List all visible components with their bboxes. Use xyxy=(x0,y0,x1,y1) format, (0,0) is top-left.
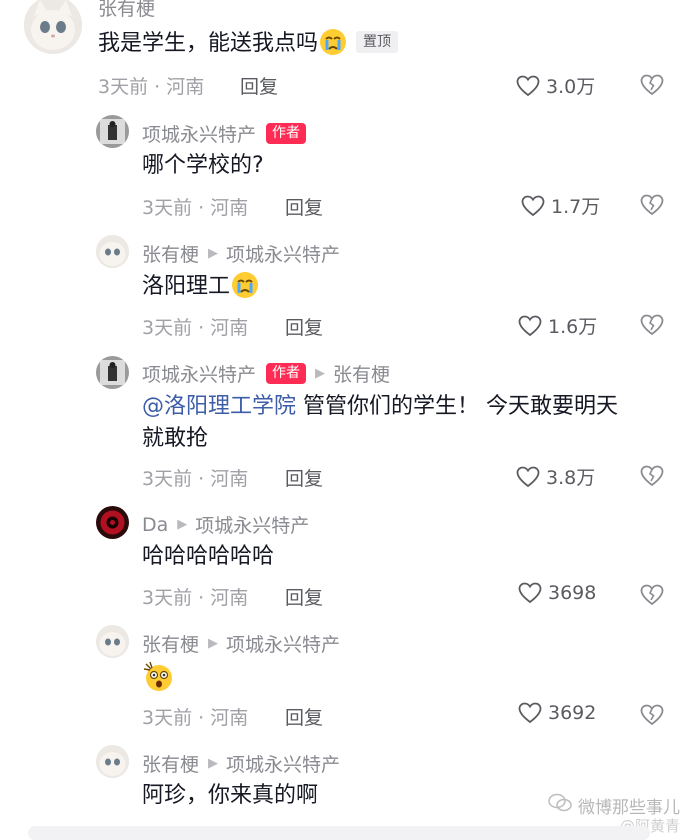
heart-outline-icon xyxy=(518,702,542,724)
comment-text: 洛阳理工 xyxy=(142,270,260,311)
username[interactable]: 张有梗 xyxy=(98,0,155,21)
like-count: 3692 xyxy=(548,702,597,724)
avatar[interactable] xyxy=(96,506,129,539)
dislike-button[interactable] xyxy=(640,194,664,220)
input-bar[interactable] xyxy=(28,826,650,840)
like-count: 3.0万 xyxy=(546,76,596,98)
broken-heart-icon xyxy=(640,465,664,487)
broken-heart-icon xyxy=(640,704,664,726)
reply-button[interactable]: 回复 xyxy=(285,313,323,340)
like-count: 1.6万 xyxy=(548,316,598,338)
right-triangle-icon: ▶ xyxy=(208,636,219,651)
comment-text: 我是学生，能送我点吗 置顶 xyxy=(98,27,399,68)
like-button[interactable]: 3.8万 xyxy=(516,463,595,490)
comment-meta: 3天前 · 河南 xyxy=(142,197,249,219)
comment-meta: 3天前 · 河南 xyxy=(142,468,249,490)
like-button[interactable]: 1.7万 xyxy=(521,192,600,219)
broken-heart-icon xyxy=(640,194,664,216)
dislike-button[interactable] xyxy=(640,74,664,100)
pinned-badge: 置顶 xyxy=(356,31,399,53)
like-count: 3698 xyxy=(548,582,597,604)
comment-text xyxy=(142,660,176,705)
crying-emoji-icon xyxy=(318,27,348,68)
like-button[interactable]: 3692 xyxy=(518,702,596,724)
username[interactable]: 张有梗 ▶ 项城永兴特产 xyxy=(142,750,340,777)
comment-meta: 3天前 · 河南 xyxy=(142,317,249,339)
reply-to-user[interactable]: 项城永兴特产 xyxy=(195,511,309,538)
like-button[interactable]: 1.6万 xyxy=(518,312,597,339)
avatar[interactable] xyxy=(96,356,129,389)
like-button[interactable]: 3698 xyxy=(518,582,596,604)
avatar[interactable] xyxy=(96,115,129,148)
comment-text: 阿珍，你来真的啊 xyxy=(142,783,319,808)
comment-meta: 3天前 · 河南 xyxy=(142,587,249,609)
right-triangle-icon: ▶ xyxy=(177,517,188,532)
reply-button[interactable]: 回复 xyxy=(285,464,323,491)
heart-outline-icon xyxy=(518,315,542,336)
username[interactable]: 项城永兴特产 作者 xyxy=(142,120,307,147)
right-triangle-icon: ▶ xyxy=(208,756,219,771)
reply-button[interactable]: 回复 xyxy=(240,72,278,99)
comment-meta: 3天前 · 河南 xyxy=(98,76,205,98)
reply-button[interactable]: 回复 xyxy=(285,193,323,220)
broken-heart-icon xyxy=(640,584,664,606)
username[interactable]: 张有梗 ▶ 项城永兴特产 xyxy=(142,240,340,267)
reply-to-user[interactable]: 项城永兴特产 xyxy=(226,240,340,267)
comment-text: @洛阳理工学院 管管你们的学生！ 今天敢要明天 xyxy=(142,394,619,419)
wechat-icon xyxy=(548,793,572,818)
reply-button[interactable]: 回复 xyxy=(285,583,323,610)
like-count: 1.7万 xyxy=(551,196,601,218)
reply-button[interactable]: 回复 xyxy=(285,703,323,730)
heart-outline-icon xyxy=(518,582,542,604)
reply-to-user[interactable]: 项城永兴特产 xyxy=(226,630,340,657)
comment-text: 哪个学校的? xyxy=(142,153,264,178)
mention-link[interactable]: @洛阳理工学院 xyxy=(142,394,296,419)
like-count: 3.8万 xyxy=(546,467,596,489)
username[interactable]: 项城永兴特产 作者 ▶ 张有梗 xyxy=(142,360,390,387)
reply-to-user[interactable]: 张有梗 xyxy=(333,360,390,387)
avatar[interactable] xyxy=(24,0,82,54)
comment-text-line2: 就敢抢 xyxy=(142,426,209,451)
dislike-button[interactable] xyxy=(640,465,664,491)
right-triangle-icon: ▶ xyxy=(315,366,326,381)
username[interactable]: Da ▶ 项城永兴特产 xyxy=(142,511,309,538)
username[interactable]: 张有梗 ▶ 项城永兴特产 xyxy=(142,630,340,657)
shocked-emoji-icon xyxy=(142,660,176,705)
crying-emoji-icon xyxy=(230,270,260,311)
heart-outline-icon xyxy=(516,75,540,96)
author-badge: 作者 xyxy=(266,123,307,144)
reply-to-user[interactable]: 项城永兴特产 xyxy=(226,750,340,777)
dislike-button[interactable] xyxy=(640,584,664,610)
broken-heart-icon xyxy=(640,74,664,96)
comment-meta: 3天前 · 河南 xyxy=(142,707,249,729)
dislike-button[interactable] xyxy=(640,314,664,340)
like-button[interactable]: 3.0万 xyxy=(516,72,595,99)
broken-heart-icon xyxy=(640,314,664,336)
heart-outline-icon xyxy=(521,195,545,216)
right-triangle-icon: ▶ xyxy=(208,246,219,261)
avatar[interactable] xyxy=(96,235,129,268)
author-badge: 作者 xyxy=(266,363,307,384)
heart-outline-icon xyxy=(516,466,540,487)
avatar[interactable] xyxy=(96,625,129,658)
avatar[interactable] xyxy=(96,745,129,778)
comment-text: 哈哈哈哈哈哈 xyxy=(142,544,275,569)
dislike-button[interactable] xyxy=(640,704,664,730)
